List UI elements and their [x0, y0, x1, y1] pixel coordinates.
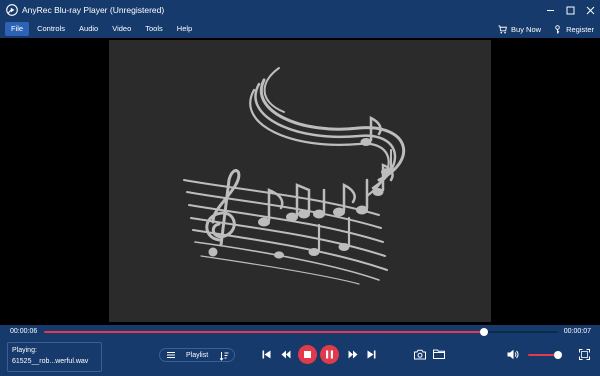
menu-audio[interactable]: Audio: [73, 22, 104, 36]
skip-previous-button[interactable]: [262, 350, 271, 359]
close-button[interactable]: [580, 0, 600, 20]
seek-bar-progress: [44, 331, 485, 333]
snapshot-button[interactable]: [414, 349, 426, 360]
cart-icon: [498, 24, 507, 33]
list-icon: [167, 352, 175, 358]
menu-controls[interactable]: Controls: [31, 22, 71, 36]
volume-slider-thumb[interactable]: [554, 351, 562, 359]
open-folder-button[interactable]: [433, 349, 445, 359]
anyrec-logo-icon: [6, 4, 18, 16]
minimize-button[interactable]: [540, 0, 560, 20]
rewind-button[interactable]: [281, 350, 291, 359]
now-playing-file: 61525__rob...werful.wav: [12, 358, 89, 365]
close-icon: [586, 6, 594, 14]
fast-forward-button[interactable]: [348, 350, 358, 359]
seek-bar[interactable]: [44, 328, 558, 336]
buy-now-link[interactable]: Buy Now: [498, 25, 541, 34]
total-time: 00:00:07: [563, 328, 591, 335]
menu-video[interactable]: Video: [106, 22, 137, 36]
fast-forward-icon: [348, 350, 358, 359]
current-time: 00:00:06: [10, 328, 38, 335]
playlist-button[interactable]: Playlist: [159, 348, 235, 362]
pause-button[interactable]: [320, 345, 339, 364]
skip-previous-icon: [262, 350, 271, 359]
folder-icon: [433, 349, 445, 359]
control-panel: 00:00:06 00:00:07 Playing: 61525__rob...…: [0, 325, 600, 376]
menu-help[interactable]: Help: [171, 22, 198, 36]
menu-bar: File Controls Audio Video Tools Help Buy…: [0, 20, 600, 38]
now-playing-box: Playing: 61525__rob...werful.wav: [7, 342, 102, 372]
music-notes-artwork: [109, 40, 491, 322]
music-notes-icon: [183, 67, 406, 285]
skip-next-button[interactable]: [367, 350, 376, 359]
sort-icon[interactable]: [219, 351, 229, 361]
stop-icon: [304, 351, 311, 358]
stop-button[interactable]: [298, 345, 317, 364]
fullscreen-icon[interactable]: [579, 349, 590, 360]
buy-now-label: Buy Now: [511, 24, 542, 34]
menu-right-links: Buy Now Register: [498, 20, 594, 38]
pause-icon: [326, 350, 333, 359]
menu-tools[interactable]: Tools: [139, 22, 169, 36]
playlist-label: Playlist: [186, 351, 209, 359]
menu-file[interactable]: File: [5, 22, 30, 36]
maximize-icon: [566, 6, 574, 14]
window-title: AnyRec Blu-ray Player (Unregistered): [22, 5, 165, 15]
video-area[interactable]: [0, 38, 600, 325]
rewind-icon: [281, 350, 291, 359]
window-controls: [540, 0, 600, 20]
seek-bar-thumb[interactable]: [480, 328, 489, 336]
volume-icon[interactable]: [507, 349, 519, 360]
register-label: Register: [566, 24, 594, 34]
maximize-button[interactable]: [560, 0, 580, 20]
minimize-icon: [546, 9, 554, 11]
key-icon: [555, 24, 560, 34]
title-bar: AnyRec Blu-ray Player (Unregistered): [0, 0, 600, 20]
camera-icon: [414, 349, 426, 360]
now-playing-label: Playing:: [12, 347, 37, 354]
skip-next-icon: [367, 350, 376, 359]
register-link[interactable]: Register: [553, 25, 594, 34]
